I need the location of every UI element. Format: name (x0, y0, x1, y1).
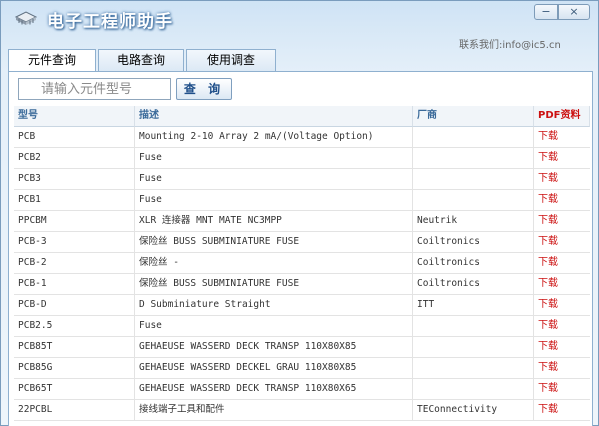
description: 保险丝 - (135, 253, 413, 274)
minimize-button[interactable]: − (534, 4, 558, 20)
table-row[interactable]: PCB-D D Subminiature Straight ITT 下载 (14, 295, 590, 316)
part-number: PCB (14, 127, 135, 148)
part-number: PCB85G (14, 358, 135, 379)
manufacturer (413, 190, 534, 211)
manufacturer: Neutrik (413, 211, 534, 232)
part-number: PCB-1 (14, 274, 135, 295)
search-input[interactable] (18, 78, 171, 100)
search-panel: 查 询 型号 描述 厂商 PDF资料 PCB Mounting 2-10 Arr… (8, 71, 593, 426)
column-header-manufacturer[interactable]: 厂商 (413, 106, 534, 127)
close-button[interactable]: × (558, 4, 590, 20)
description: Fuse (135, 148, 413, 169)
download-link[interactable]: 下载 (534, 337, 590, 358)
table-row[interactable]: PCB-1 保险丝 BUSS SUBMINIATURE FUSE Coiltro… (14, 274, 590, 295)
part-number: PCB2.5 (14, 316, 135, 337)
description: 保险丝 BUSS SUBMINIATURE FUSE (135, 232, 413, 253)
table-row[interactable]: PCB85G GEHAEUSE WASSERD DECKEL GRAU 110X… (14, 358, 590, 379)
app-title: 电子工程师助手 (47, 12, 173, 32)
table-row[interactable]: PCB65T GEHAEUSE WASSERD DECK TRANSP 110X… (14, 379, 590, 400)
tab-component-search[interactable]: 元件查询 (8, 49, 96, 72)
download-link[interactable]: 下载 (534, 148, 590, 169)
part-number: 22PCBL (14, 400, 135, 421)
download-link[interactable]: 下载 (534, 190, 590, 211)
description: Fuse (135, 316, 413, 337)
description: Fuse (135, 169, 413, 190)
manufacturer: Coiltronics (413, 232, 534, 253)
download-link[interactable]: 下载 (534, 232, 590, 253)
part-number: PPCBM (14, 211, 135, 232)
tab-circuit-search[interactable]: 电路查询 (98, 49, 184, 71)
manufacturer (413, 148, 534, 169)
description: 接线端子工具和配件 (135, 400, 413, 421)
search-button[interactable]: 查 询 (176, 78, 232, 100)
description: GEHAEUSE WASSERD DECK TRANSP 110X80X85 (135, 337, 413, 358)
column-header-pdf[interactable]: PDF资料 (534, 106, 590, 127)
manufacturer: Coiltronics (413, 253, 534, 274)
download-link[interactable]: 下载 (534, 274, 590, 295)
manufacturer: Coiltronics (413, 274, 534, 295)
description: GEHAEUSE WASSERD DECK TRANSP 110X80X65 (135, 379, 413, 400)
manufacturer (413, 379, 534, 400)
part-number: PCB-D (14, 295, 135, 316)
download-link[interactable]: 下载 (534, 295, 590, 316)
description: Mounting 2-10 Array 2 mA/(Voltage Option… (135, 127, 413, 148)
manufacturer (413, 358, 534, 379)
table-row[interactable]: PCB2 Fuse 下载 (14, 148, 590, 169)
download-link[interactable]: 下载 (534, 400, 590, 421)
part-number: PCB3 (14, 169, 135, 190)
table-row[interactable]: PCB-2 保险丝 - Coiltronics 下载 (14, 253, 590, 274)
download-link[interactable]: 下载 (534, 253, 590, 274)
chip-icon (13, 8, 39, 28)
part-number: PCB65T (14, 379, 135, 400)
table-row[interactable]: PCB2.5 Fuse 下载 (14, 316, 590, 337)
part-number: PCB-3 (14, 232, 135, 253)
part-number: PCB1 (14, 190, 135, 211)
manufacturer (413, 316, 534, 337)
title-bar[interactable]: 电子工程师助手 − × (1, 1, 598, 35)
manufacturer: TEConnectivity (413, 400, 534, 421)
column-header-part[interactable]: 型号 (14, 106, 135, 127)
description: GEHAEUSE WASSERD DECKEL GRAU 110X80X85 (135, 358, 413, 379)
table-row[interactable]: 22PCBL 接线端子工具和配件 TEConnectivity 下载 (14, 400, 590, 421)
description: Fuse (135, 190, 413, 211)
download-link[interactable]: 下载 (534, 316, 590, 337)
table-row[interactable]: PCB1 Fuse 下载 (14, 190, 590, 211)
table-row[interactable]: PPCBM XLR 连接器 MNT MATE NC3MPP Neutrik 下载 (14, 211, 590, 232)
download-link[interactable]: 下载 (534, 358, 590, 379)
manufacturer (413, 337, 534, 358)
description: D Subminiature Straight (135, 295, 413, 316)
tab-user-survey[interactable]: 使用调查 (186, 49, 276, 71)
download-link[interactable]: 下载 (534, 127, 590, 148)
download-link[interactable]: 下载 (534, 169, 590, 190)
table-row[interactable]: PCB85T GEHAEUSE WASSERD DECK TRANSP 110X… (14, 337, 590, 358)
part-number: PCB85T (14, 337, 135, 358)
table-header: 型号 描述 厂商 PDF资料 (14, 106, 590, 127)
manufacturer: ITT (413, 295, 534, 316)
part-number: PCB2 (14, 148, 135, 169)
part-number: PCB-2 (14, 253, 135, 274)
download-link[interactable]: 下载 (534, 379, 590, 400)
table-row[interactable]: PCB-3 保险丝 BUSS SUBMINIATURE FUSE Coiltro… (14, 232, 590, 253)
table-row[interactable]: PCB Mounting 2-10 Array 2 mA/(Voltage Op… (14, 127, 590, 148)
description: 保险丝 BUSS SUBMINIATURE FUSE (135, 274, 413, 295)
description: XLR 连接器 MNT MATE NC3MPP (135, 211, 413, 232)
manufacturer (413, 169, 534, 190)
column-header-description[interactable]: 描述 (135, 106, 413, 127)
table-row[interactable]: PCB3 Fuse 下载 (14, 169, 590, 190)
manufacturer (413, 127, 534, 148)
app-window: 电子工程师助手 − × 联系我们:info@ic5.cn 元件查询 电路查询 使… (0, 0, 599, 426)
contact-info: 联系我们:info@ic5.cn (459, 40, 561, 51)
download-link[interactable]: 下载 (534, 211, 590, 232)
